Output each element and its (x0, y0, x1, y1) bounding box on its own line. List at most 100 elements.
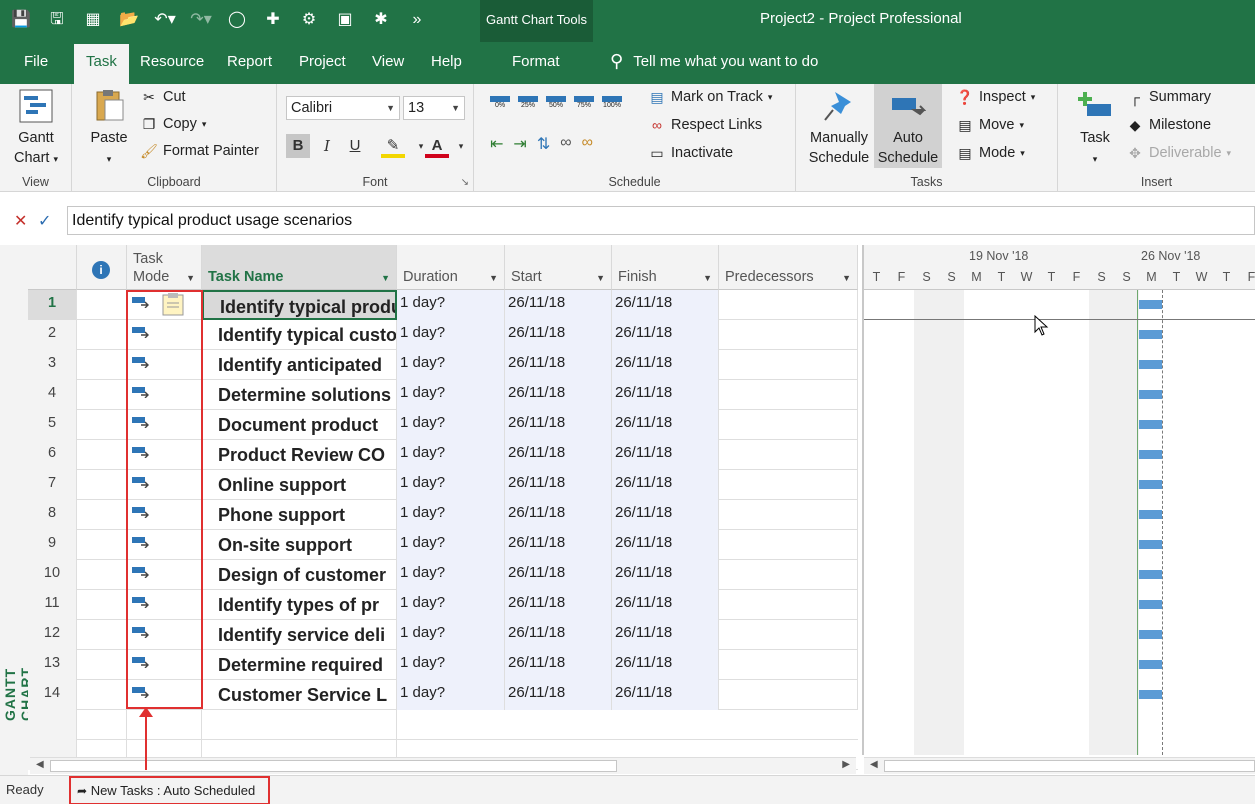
duration-cell[interactable]: 1 day? (397, 350, 505, 380)
open-icon[interactable]: 📂 (118, 9, 140, 31)
duration-cell[interactable]: 1 day? (397, 380, 505, 410)
duration-cell[interactable]: 1 day? (397, 590, 505, 620)
row-number[interactable]: 14 (28, 680, 77, 710)
tab-resource[interactable]: Resource (128, 51, 216, 84)
tab-help[interactable]: Help (419, 51, 474, 84)
predecessors-column-header[interactable]: Predecessors ▼ (719, 245, 858, 290)
predecessors-cell[interactable] (719, 290, 858, 320)
italic-button[interactable]: I (315, 134, 339, 158)
table-row[interactable]: 13 Determine required 1 day? 26/11/18 26/11/… (28, 650, 858, 680)
duration-column-header[interactable]: Duration ▼ (397, 245, 505, 290)
new-tasks-mode-button[interactable]: ➦ New Tasks : Auto Scheduled (69, 776, 270, 804)
task-mode-cell[interactable] (127, 650, 202, 680)
auto-schedule-button[interactable]: Auto Schedule (874, 84, 942, 168)
row-number[interactable]: 5 (28, 410, 77, 440)
insert-task-button[interactable]: Task ▾ (1070, 88, 1120, 169)
gantt-bar[interactable] (1139, 390, 1162, 399)
row-number[interactable]: 9 (28, 530, 77, 560)
finish-cell[interactable]: 26/11/18 (612, 500, 719, 530)
finish-cell[interactable]: 26/11/18 (612, 470, 719, 500)
percent-100-button[interactable]: 100% (602, 96, 622, 109)
redo-icon[interactable]: ↷▾ (190, 9, 212, 31)
grid-horizontal-scrollbar[interactable]: ◀ ▶ (30, 757, 856, 774)
gantt-bar[interactable] (1139, 510, 1162, 519)
start-cell[interactable]: 26/11/18 (505, 500, 612, 530)
row-number[interactable]: 8 (28, 500, 77, 530)
table-row[interactable]: 6 Product Review CO 1 day? 26/11/18 26/11/18 (28, 440, 858, 470)
start-cell[interactable]: 26/11/18 (505, 530, 612, 560)
font-family-select[interactable]: Calibri ▼ (286, 96, 400, 120)
table-row[interactable]: 5 Document product 1 day? 26/11/18 26/11/18 (28, 410, 858, 440)
deliverable-button[interactable]: ✥ Deliverable ▾ (1126, 144, 1231, 162)
finish-cell[interactable]: 26/11/18 (612, 620, 719, 650)
add-task-icon[interactable]: ✚ (262, 9, 284, 31)
grid-icon[interactable]: ▦ (82, 9, 104, 31)
tab-project[interactable]: Project (287, 51, 358, 84)
table-row[interactable]: 10 Design of customer 1 day? 26/11/18 26/11/… (28, 560, 858, 590)
row-number[interactable]: 4 (28, 380, 77, 410)
finish-cell[interactable]: 26/11/18 (612, 560, 719, 590)
start-cell[interactable]: 26/11/18 (505, 590, 612, 620)
split-icon[interactable]: ✱ (370, 9, 392, 31)
indent-icon[interactable]: ⇥ (513, 134, 526, 154)
gantt-bar[interactable] (1139, 480, 1162, 489)
task-name-cell[interactable]: Identify typical product usage scenarios (202, 290, 397, 320)
table-row[interactable]: 12 Identify service deli 1 day? 26/11/18 26/… (28, 620, 858, 650)
task-name-cell[interactable]: Identify anticipated (202, 350, 397, 380)
cut-button[interactable]: ✂ Cut (140, 88, 185, 106)
format-painter-button[interactable]: 🖌 Format Painter (140, 142, 259, 160)
start-cell[interactable]: 26/11/18 (505, 440, 612, 470)
gantt-bar[interactable] (1139, 360, 1162, 369)
task-mode-cell[interactable] (127, 560, 202, 590)
tell-me-box[interactable]: ⚲ Tell me what you want to do (610, 51, 818, 72)
finish-cell[interactable]: 26/11/18 (612, 680, 719, 710)
table-row[interactable]: 3 Identify anticipated 1 day? 26/11/18 26/11… (28, 350, 858, 380)
task-name-cell[interactable]: Identify typical customers (202, 320, 397, 350)
predecessors-cell[interactable] (719, 590, 858, 620)
predecessors-cell[interactable] (719, 650, 858, 680)
task-name-cell[interactable]: Determine solutions (202, 380, 397, 410)
indicators-column-header[interactable]: i (77, 245, 127, 290)
row-number[interactable]: 6 (28, 440, 77, 470)
milestone-button[interactable]: ◆ Milestone (1126, 116, 1211, 134)
save-as-icon[interactable]: 🖫 (46, 9, 68, 31)
gantt-bar[interactable] (1139, 540, 1162, 549)
table-row[interactable]: 14 Customer Service L1 day? 26/11/18 26/11/… (28, 680, 858, 710)
start-cell[interactable]: 26/11/18 (505, 320, 612, 350)
duration-cell[interactable]: 1 day? (397, 290, 505, 320)
predecessors-cell[interactable] (719, 320, 858, 350)
gantt-bar[interactable] (1139, 450, 1162, 459)
start-cell[interactable]: 26/11/18 (505, 620, 612, 650)
cancel-entry-icon[interactable]: ✕ (14, 211, 27, 231)
row-number[interactable]: 11 (28, 590, 77, 620)
start-cell[interactable]: 26/11/18 (505, 680, 612, 710)
task-mode-cell[interactable] (127, 680, 202, 710)
start-column-header[interactable]: Start ▼ (505, 245, 612, 290)
underline-button[interactable]: U (343, 134, 367, 158)
finish-cell[interactable]: 26/11/18 (612, 290, 719, 320)
gantt-bar[interactable] (1139, 330, 1162, 339)
row-number[interactable]: 1 (28, 290, 77, 320)
inspect-button[interactable]: ❓ Inspect ▾ (956, 88, 1035, 106)
table-row[interactable]: 4 Determine solutions 1 day? 26/11/18 26/11/… (28, 380, 858, 410)
scroll-right-icon[interactable]: ▶ (842, 759, 850, 770)
gantt-bar[interactable] (1139, 300, 1162, 309)
predecessors-cell[interactable] (719, 470, 858, 500)
duration-cell[interactable]: 1 day? (397, 620, 505, 650)
percent-75-button[interactable]: 75% (574, 96, 594, 109)
finish-cell[interactable]: 26/11/18 (612, 380, 719, 410)
gantt-horizontal-scrollbar[interactable]: ◀ (864, 757, 1255, 774)
link-icon[interactable]: ⚙ (298, 9, 320, 31)
task-name-cell[interactable]: Phone support (202, 500, 397, 530)
finish-cell[interactable]: 26/11/18 (612, 410, 719, 440)
move-button[interactable]: ▤ Move ▾ (956, 116, 1024, 134)
duration-cell[interactable]: 1 day? (397, 650, 505, 680)
font-size-select[interactable]: 13 ▼ (403, 96, 465, 120)
table-row[interactable]: 7 Online support 1 day? 26/11/18 26/11/18 (28, 470, 858, 500)
task-mode-cell[interactable] (127, 590, 202, 620)
duration-cell[interactable]: 1 day? (397, 440, 505, 470)
duration-cell[interactable]: 1 day? (397, 410, 505, 440)
task-mode-cell[interactable] (127, 350, 202, 380)
task-name-cell[interactable]: Identify service deli (202, 620, 397, 650)
predecessors-cell[interactable] (719, 560, 858, 590)
